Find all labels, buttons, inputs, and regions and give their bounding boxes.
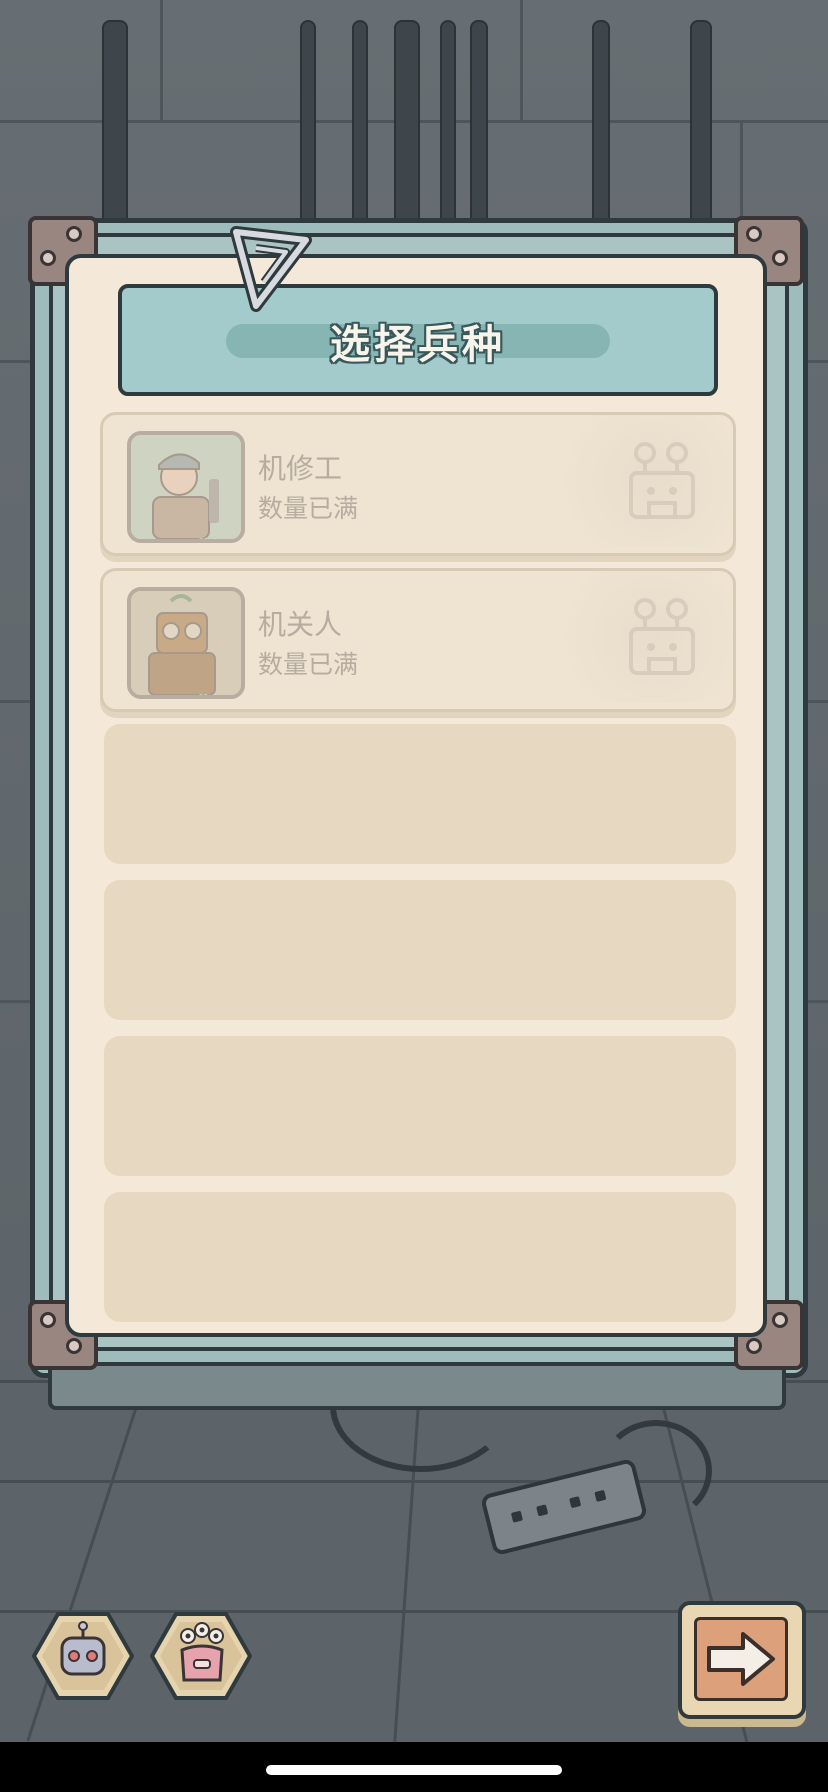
monster-icon [180, 1622, 224, 1682]
paper-clip-icon [230, 226, 312, 312]
unit-name: 机修工 [258, 452, 343, 485]
tier-badge: IV [197, 691, 215, 695]
wall-pipe [102, 20, 128, 234]
tier-badge: IV [197, 535, 215, 539]
unit-row-automaton[interactable]: IV 机关人 数量已满 [100, 568, 736, 712]
mechanic-portrait: IV [127, 431, 245, 543]
unit-name: 机关人 [258, 608, 343, 641]
wall-cable [352, 20, 368, 234]
wall-cable [690, 20, 712, 234]
unit-status: 数量已满 [258, 494, 359, 523]
empty-unit-slot [104, 880, 736, 1020]
unit-row-mechanic[interactable]: IV 机修工 数量已满 [100, 412, 736, 556]
automaton-portrait: IV [127, 587, 245, 699]
empty-unit-slot [104, 724, 736, 864]
next-button[interactable] [678, 1601, 806, 1719]
robot-icon [629, 442, 695, 519]
wall-cable [592, 20, 610, 234]
empty-unit-slot [104, 1192, 736, 1322]
title-bar: 选择兵种 [118, 284, 718, 396]
unit-status: 数量已满 [258, 650, 359, 679]
wall-cable [470, 20, 488, 234]
monster-button[interactable] [150, 1610, 252, 1702]
arrow-right-icon [707, 1632, 775, 1686]
wall-cable [394, 20, 420, 234]
home-indicator[interactable] [266, 1765, 562, 1775]
empty-unit-slot [104, 1036, 736, 1176]
dialog-title: 选择兵种 [330, 322, 506, 368]
wall-cable [440, 20, 456, 234]
robot-icon [629, 598, 695, 675]
wall-cable [300, 20, 316, 234]
frame-base [48, 1362, 786, 1410]
robot-head-button[interactable] [32, 1610, 134, 1702]
